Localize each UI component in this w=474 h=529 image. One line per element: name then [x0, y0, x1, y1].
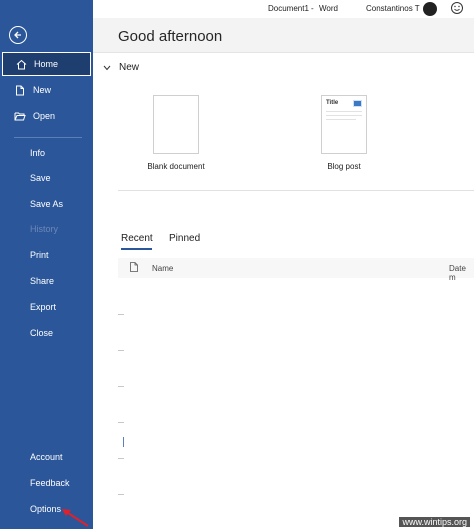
sidebar-item-home[interactable]: Home — [2, 52, 91, 76]
file-type-icon — [130, 262, 138, 272]
sidebar-item-label: Feedback — [30, 478, 70, 488]
sidebar-item-new[interactable]: New — [2, 78, 91, 102]
watermark: www.wintips.org — [399, 517, 470, 527]
sidebar-item-export[interactable]: Export — [2, 295, 91, 319]
sidebar-item-feedback[interactable]: Feedback — [2, 471, 91, 495]
folder-open-icon — [14, 110, 26, 122]
new-document-icon — [14, 84, 26, 96]
avatar[interactable] — [423, 2, 437, 16]
document-title: Document1 — [268, 4, 309, 13]
sidebar-item-label: Info — [30, 148, 46, 158]
list-placeholder — [118, 494, 124, 495]
template-label: Blank document — [147, 162, 205, 171]
sidebar-item-history: History — [2, 217, 91, 241]
template-blog-post[interactable]: Title Blog post — [314, 95, 374, 171]
user-name[interactable]: Constantinos T — [366, 4, 420, 13]
back-arrow-icon[interactable] — [9, 26, 27, 44]
sidebar-item-label: Close — [30, 328, 54, 338]
section-divider — [118, 190, 474, 191]
title-bar: Document1 - Word Constantinos T — [93, 0, 474, 18]
app-name: Word — [319, 4, 338, 13]
sidebar-item-share[interactable]: Share — [2, 269, 91, 293]
sidebar-item-label: Save — [30, 173, 51, 183]
page-title: Good afternoon — [118, 28, 223, 45]
image-placeholder-icon — [353, 100, 362, 107]
sidebar-item-label: New — [33, 85, 52, 95]
template-label: Blog post — [327, 162, 361, 171]
text-line — [326, 115, 362, 116]
list-placeholder — [118, 350, 124, 351]
sidebar-item-label: Account — [30, 452, 63, 462]
backstage-sidebar: Home New Open Info Save Save As History … — [0, 0, 93, 529]
blog-post-thumbnail: Title — [321, 95, 367, 154]
blank-document-thumbnail — [153, 95, 199, 154]
sidebar-item-label: Export — [30, 302, 57, 312]
sidebar-item-label: Open — [33, 111, 56, 121]
title-separator: - — [311, 4, 314, 13]
greeting-bar: Good afternoon — [93, 18, 474, 53]
sidebar-divider — [14, 137, 82, 138]
template-blank-document[interactable]: Blank document — [146, 95, 206, 171]
file-list-header: Name Date m — [118, 258, 474, 282]
thumbnail-title: Title — [326, 100, 339, 106]
sidebar-item-label: Share — [30, 276, 55, 286]
list-placeholder — [118, 386, 124, 387]
list-placeholder — [118, 422, 124, 423]
tab-pinned[interactable]: Pinned — [169, 233, 200, 244]
text-line — [326, 111, 362, 112]
sidebar-item-label: History — [30, 224, 59, 234]
loading-indicator — [123, 437, 124, 447]
sidebar-item-close[interactable]: Close — [2, 321, 91, 345]
new-section-toggle[interactable]: New — [103, 62, 139, 73]
sidebar-item-info[interactable]: Info — [2, 141, 91, 165]
text-line — [326, 119, 356, 120]
feedback-smiley-icon[interactable] — [450, 1, 464, 15]
list-placeholder — [118, 458, 124, 459]
active-tab-indicator — [121, 248, 152, 250]
new-section-title: New — [119, 62, 140, 73]
tab-recent[interactable]: Recent — [121, 233, 153, 244]
sidebar-item-label: Home — [34, 59, 59, 69]
home-icon — [15, 58, 27, 70]
sidebar-item-label: Print — [30, 250, 49, 260]
sidebar-item-account[interactable]: Account — [2, 445, 91, 469]
sidebar-item-label: Save As — [30, 199, 64, 209]
chevron-down-icon — [103, 64, 111, 72]
column-name[interactable]: Name — [152, 264, 173, 273]
list-placeholder — [118, 314, 124, 315]
sidebar-item-label: Options — [30, 504, 62, 514]
sidebar-item-save-as[interactable]: Save As — [2, 192, 91, 216]
sidebar-item-save[interactable]: Save — [2, 166, 91, 190]
sidebar-item-print[interactable]: Print — [2, 243, 91, 267]
sidebar-item-open[interactable]: Open — [2, 104, 91, 128]
column-date-modified[interactable]: Date m — [449, 264, 474, 282]
annotation-arrow-icon — [62, 509, 89, 527]
